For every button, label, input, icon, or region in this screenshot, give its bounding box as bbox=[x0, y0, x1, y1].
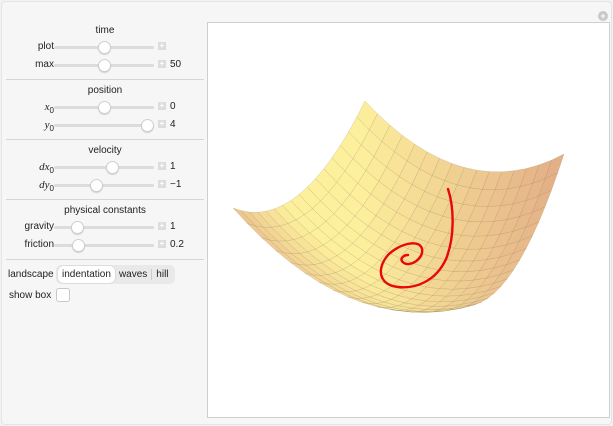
slider-track[interactable] bbox=[54, 119, 154, 132]
section-title: physical constants bbox=[64, 205, 146, 216]
control-panel: time plot + max + 50 position x0 + 0 y0 +… bbox=[6, 22, 204, 306]
slider-row: y0 + 4 bbox=[6, 116, 204, 134]
slider-row: plot + bbox=[6, 38, 204, 56]
slider-value: −1 bbox=[170, 179, 182, 190]
show-box-checkbox[interactable] bbox=[56, 288, 70, 302]
control-label: gravity bbox=[24, 221, 54, 232]
control-label-wrap: plot bbox=[38, 41, 54, 52]
slider-thumb[interactable] bbox=[71, 221, 84, 234]
slider-thumb[interactable] bbox=[90, 179, 103, 192]
landscape-selector: indentation waves hill bbox=[56, 265, 175, 284]
expand-plus-icon[interactable]: + bbox=[158, 162, 166, 170]
section-divider bbox=[6, 139, 204, 140]
control-label: friction bbox=[24, 239, 54, 250]
slider-track[interactable] bbox=[54, 41, 154, 54]
slider-thumb[interactable] bbox=[141, 119, 154, 132]
control-label-wrap: max bbox=[35, 59, 54, 70]
show-box-row: show box bbox=[6, 286, 204, 306]
surface-plot[interactable] bbox=[208, 23, 611, 419]
slider-value: 0 bbox=[170, 101, 176, 112]
expand-plus-icon[interactable]: + bbox=[158, 222, 166, 230]
slider-track[interactable] bbox=[54, 179, 154, 192]
slider-track[interactable] bbox=[54, 221, 154, 234]
slider-track[interactable] bbox=[54, 59, 154, 72]
slider-row: gravity + 1 bbox=[6, 218, 204, 236]
section-divider bbox=[6, 259, 204, 260]
expand-plus-icon[interactable]: + bbox=[158, 120, 166, 128]
slider-thumb[interactable] bbox=[98, 101, 111, 114]
expand-plus-icon[interactable]: + bbox=[158, 42, 166, 50]
control-label-wrap: dy0 bbox=[39, 179, 54, 193]
section-title: position bbox=[87, 85, 123, 96]
control-label: max bbox=[35, 59, 54, 70]
control-label: plot bbox=[37, 41, 54, 52]
slider-value: 1 bbox=[170, 161, 176, 172]
control-label-wrap: y0 bbox=[45, 119, 54, 133]
options-plus-icon[interactable]: + bbox=[598, 11, 608, 21]
slider-row: dy0 + −1 bbox=[6, 176, 204, 194]
landscape-label: landscape bbox=[8, 269, 54, 280]
expand-plus-icon[interactable]: + bbox=[158, 102, 166, 110]
show-box-label: show box bbox=[9, 290, 52, 301]
slider-track[interactable] bbox=[54, 161, 154, 174]
control-label-wrap: gravity bbox=[25, 221, 54, 232]
control-label: dx bbox=[39, 161, 50, 173]
slider-thumb[interactable] bbox=[72, 239, 85, 252]
slider-row: max + 50 bbox=[6, 56, 204, 74]
slider-track[interactable] bbox=[54, 239, 154, 252]
control-label-wrap: friction bbox=[25, 239, 54, 250]
slider-value: 1 bbox=[170, 221, 176, 232]
slider-thumb[interactable] bbox=[98, 41, 111, 54]
slider-value: 4 bbox=[170, 119, 176, 130]
section-divider bbox=[6, 79, 204, 80]
expand-plus-icon[interactable]: + bbox=[158, 240, 166, 248]
landscape-option-indentation[interactable]: indentation bbox=[58, 266, 115, 283]
slider-row: dx0 + 1 bbox=[6, 158, 204, 176]
landscape-option-hill[interactable]: hill bbox=[152, 266, 172, 283]
section-divider bbox=[6, 199, 204, 200]
slider-track[interactable] bbox=[54, 101, 154, 114]
slider-value: 0.2 bbox=[170, 239, 184, 250]
landscape-option-waves[interactable]: waves bbox=[115, 266, 151, 283]
control-label: dy bbox=[39, 179, 50, 191]
slider-row: friction + 0.2 bbox=[6, 236, 204, 254]
expand-plus-icon[interactable]: + bbox=[158, 60, 166, 68]
control-label-wrap: x0 bbox=[45, 101, 54, 115]
slider-thumb[interactable] bbox=[106, 161, 119, 174]
section-title: velocity bbox=[88, 145, 122, 156]
section-title: time bbox=[95, 25, 115, 36]
slider-value: 50 bbox=[170, 59, 182, 70]
expand-plus-icon[interactable]: + bbox=[158, 180, 166, 188]
control-label-wrap: dx0 bbox=[39, 161, 54, 175]
landscape-row: landscape indentation waves hill bbox=[6, 264, 204, 286]
slider-row: x0 + 0 bbox=[6, 98, 204, 116]
plot-3d-view[interactable] bbox=[207, 22, 610, 418]
slider-thumb[interactable] bbox=[98, 59, 111, 72]
